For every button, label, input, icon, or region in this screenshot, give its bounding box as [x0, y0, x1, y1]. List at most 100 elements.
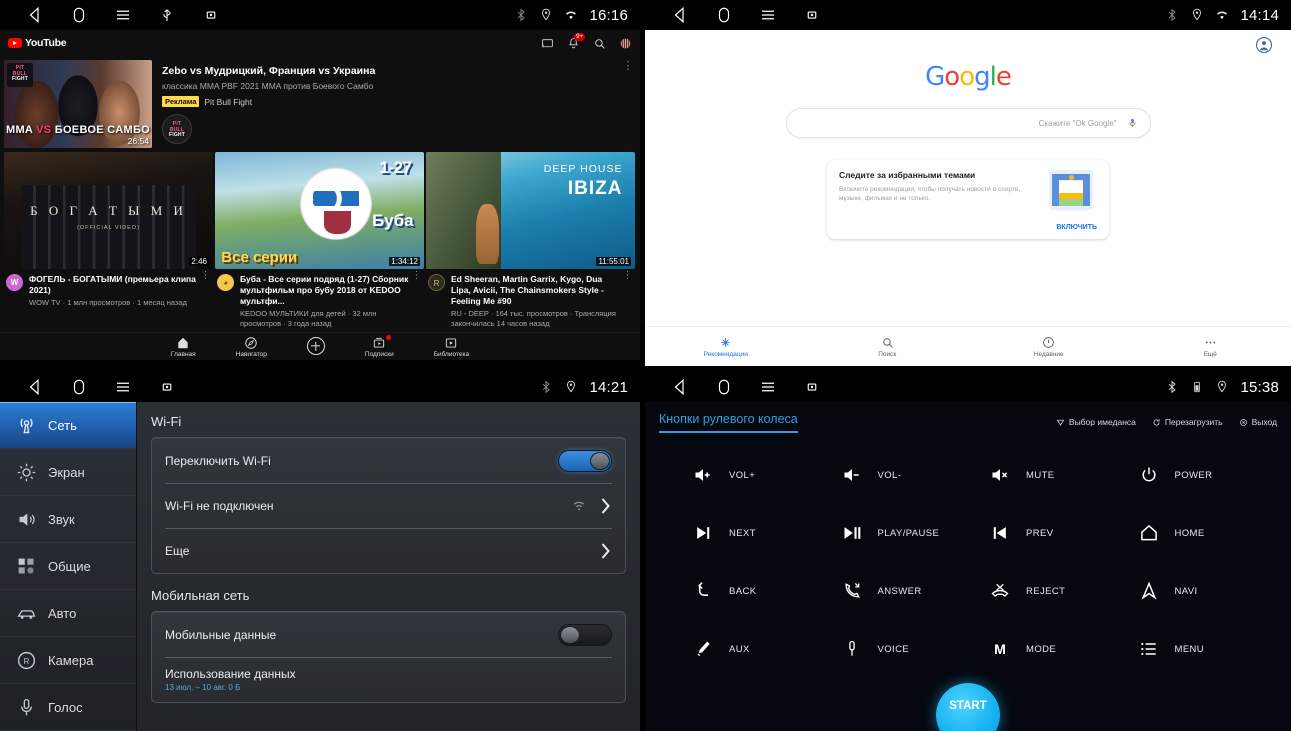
action-exit[interactable]: Выход — [1239, 417, 1277, 427]
android-nav-buttons[interactable] — [12, 6, 220, 24]
swc-button-prev[interactable]: PREV — [968, 511, 1117, 555]
ad-thumbnail[interactable]: PIT BULL FIGHT MMA VS БОЕВОЕ САМБО 26:54 — [4, 60, 152, 148]
menu-nav-icon[interactable] — [759, 6, 777, 24]
channel-avatar[interactable]: ◕ — [217, 274, 234, 291]
mobile-data-toggle[interactable] — [558, 624, 612, 646]
row-mobile-data[interactable]: Мобильные данные — [152, 612, 625, 657]
ad-channel-logo-icon[interactable]: PIT BULL FIGHT — [162, 114, 192, 144]
row-data-usage[interactable]: Использование данных 13 июл. – 10 авг. 0… — [152, 657, 625, 702]
settings-body: Сеть Экран Звук Общие Авто — [0, 402, 640, 731]
nav-recent[interactable]: Недавние — [968, 336, 1130, 358]
account-circle-icon[interactable] — [1255, 36, 1273, 54]
discover-card[interactable]: Следите за избранными темами Включите ре… — [827, 160, 1109, 239]
tab-subscriptions[interactable]: Подписки — [365, 336, 394, 358]
video-more-icon[interactable]: ⋮ — [200, 274, 211, 308]
video-card[interactable]: Б О Г А Т Ы М И (OFFICIAL VIDEO) 2:46 W … — [4, 152, 213, 329]
google-logo: Google — [645, 30, 1291, 92]
menu-nav-icon[interactable] — [114, 378, 132, 396]
swc-button-playpause[interactable]: PLAY/PAUSE — [820, 511, 969, 555]
swc-button-power[interactable]: POWER — [1117, 453, 1266, 497]
more-icon — [1204, 336, 1217, 349]
android-nav-buttons[interactable] — [657, 6, 821, 24]
tab-library[interactable]: Библиотека — [434, 336, 469, 358]
channel-avatar[interactable]: R — [428, 274, 445, 291]
video-thumbnail[interactable]: Б О Г А Т Ы М И (OFFICIAL VIDEO) 2:46 — [4, 152, 213, 269]
swc-button-home[interactable]: HOME — [1117, 511, 1266, 555]
tab-explore[interactable]: Навигатор — [236, 336, 267, 358]
video-card[interactable]: DEEP HOUSE IBIZA 11:55:01 R Ed Sheeran, … — [426, 152, 635, 329]
search-input[interactable]: Скажите "Ok Google" — [786, 108, 1151, 138]
sidebar-item-car[interactable]: Авто — [0, 590, 136, 637]
nav-recent-label: Недавние — [1034, 351, 1064, 358]
usb-nav-icon[interactable] — [158, 6, 176, 24]
menu-nav-icon[interactable] — [114, 6, 132, 24]
home-nav-icon[interactable] — [70, 378, 88, 396]
avatar-icon[interactable] — [619, 37, 632, 50]
youtube-ad-card[interactable]: PIT BULL FIGHT MMA VS БОЕВОЕ САМБО 26:54… — [0, 56, 640, 148]
android-nav-buttons[interactable] — [12, 378, 176, 396]
wifi-toggle[interactable] — [558, 450, 612, 472]
cast-icon[interactable] — [541, 37, 554, 50]
back-nav-icon[interactable] — [26, 6, 44, 24]
swc-button-aux[interactable]: AUX — [671, 627, 820, 671]
back-nav-icon[interactable] — [671, 6, 689, 24]
video-more-icon[interactable]: ⋮ — [622, 274, 633, 329]
swc-button-voldown[interactable]: VOL- — [820, 453, 969, 497]
sidebar-item-sound[interactable]: Звук — [0, 496, 136, 543]
nav-discover[interactable]: Рекомендации — [645, 336, 807, 358]
action-impedance[interactable]: Выбор имеданса — [1056, 417, 1136, 427]
notifications-bell[interactable]: 9+ — [567, 37, 580, 50]
screenshot-nav-icon[interactable] — [202, 6, 220, 24]
tab-create[interactable] — [307, 337, 325, 356]
screenshot-nav-icon[interactable] — [158, 378, 176, 396]
sidebar-item-display[interactable]: Экран — [0, 449, 136, 496]
swc-button-next[interactable]: NEXT — [671, 511, 820, 555]
chevron-right-icon[interactable] — [599, 496, 612, 516]
sidebar-label-voice: Голос — [48, 700, 83, 715]
youtube-logo[interactable]: YouTube — [8, 37, 66, 49]
sidebar-item-camera[interactable]: R Камера — [0, 637, 136, 684]
video-thumbnail[interactable]: 1-27 Буба Все серии 1:34:12 — [215, 152, 424, 269]
channel-avatar[interactable]: W — [6, 274, 23, 291]
swc-button-mode[interactable]: M MODE — [968, 627, 1117, 671]
home-nav-icon[interactable] — [715, 6, 733, 24]
android-nav-buttons[interactable] — [657, 378, 821, 396]
home-nav-icon[interactable] — [715, 378, 733, 396]
nav-search[interactable]: Поиск — [807, 336, 969, 358]
swc-button-mute[interactable]: MUTE — [968, 453, 1117, 497]
row-more[interactable]: Еще — [152, 528, 625, 573]
location-icon — [1215, 380, 1229, 394]
action-reload[interactable]: Перезагрузить — [1152, 417, 1223, 427]
search-icon[interactable] — [593, 37, 606, 50]
screenshot-nav-icon[interactable] — [803, 6, 821, 24]
swc-button-voice[interactable]: VOICE — [820, 627, 969, 671]
sidebar-item-network[interactable]: Сеть — [0, 402, 136, 449]
sidebar-item-voice[interactable]: Голос — [0, 684, 136, 731]
screenshot-nav-icon[interactable] — [803, 378, 821, 396]
swc-button-menu[interactable]: MENU — [1117, 627, 1266, 671]
nav-more[interactable]: Ещё — [1130, 336, 1291, 358]
swc-button-reject[interactable]: REJECT — [968, 569, 1117, 613]
ad-more-icon[interactable]: ⋮ — [622, 64, 634, 69]
swc-button-answer[interactable]: ANSWER — [820, 569, 969, 613]
menu-nav-icon[interactable] — [759, 378, 777, 396]
video-thumbnail[interactable]: DEEP HOUSE IBIZA 11:55:01 — [426, 152, 635, 269]
enable-button[interactable]: ВКЛЮЧИТЬ — [1049, 224, 1097, 231]
nav-discover-label: Рекомендации — [704, 351, 748, 358]
row-toggle-wifi[interactable]: Переключить Wi-Fi — [152, 438, 625, 483]
sidebar-item-general[interactable]: Общие — [0, 543, 136, 590]
mic-icon[interactable] — [1127, 116, 1138, 130]
action-exit-label: Выход — [1252, 417, 1277, 427]
back-nav-icon[interactable] — [26, 378, 44, 396]
video-card[interactable]: 1-27 Буба Все серии 1:34:12 ◕ Буба - Все… — [215, 152, 424, 329]
tab-home[interactable]: Главная — [171, 336, 196, 358]
row-wifi-status[interactable]: Wi-Fi не подключен — [152, 483, 625, 528]
swc-button-navi[interactable]: NAVI — [1117, 569, 1266, 613]
home-nav-icon[interactable] — [70, 6, 88, 24]
swc-button-back[interactable]: BACK — [671, 569, 820, 613]
video-more-icon[interactable]: ⋮ — [411, 274, 422, 329]
back-nav-icon[interactable] — [671, 378, 689, 396]
start-button[interactable]: START — [936, 683, 1000, 731]
swc-button-volup[interactable]: VOL+ — [671, 453, 820, 497]
chevron-right-icon[interactable] — [599, 541, 612, 561]
